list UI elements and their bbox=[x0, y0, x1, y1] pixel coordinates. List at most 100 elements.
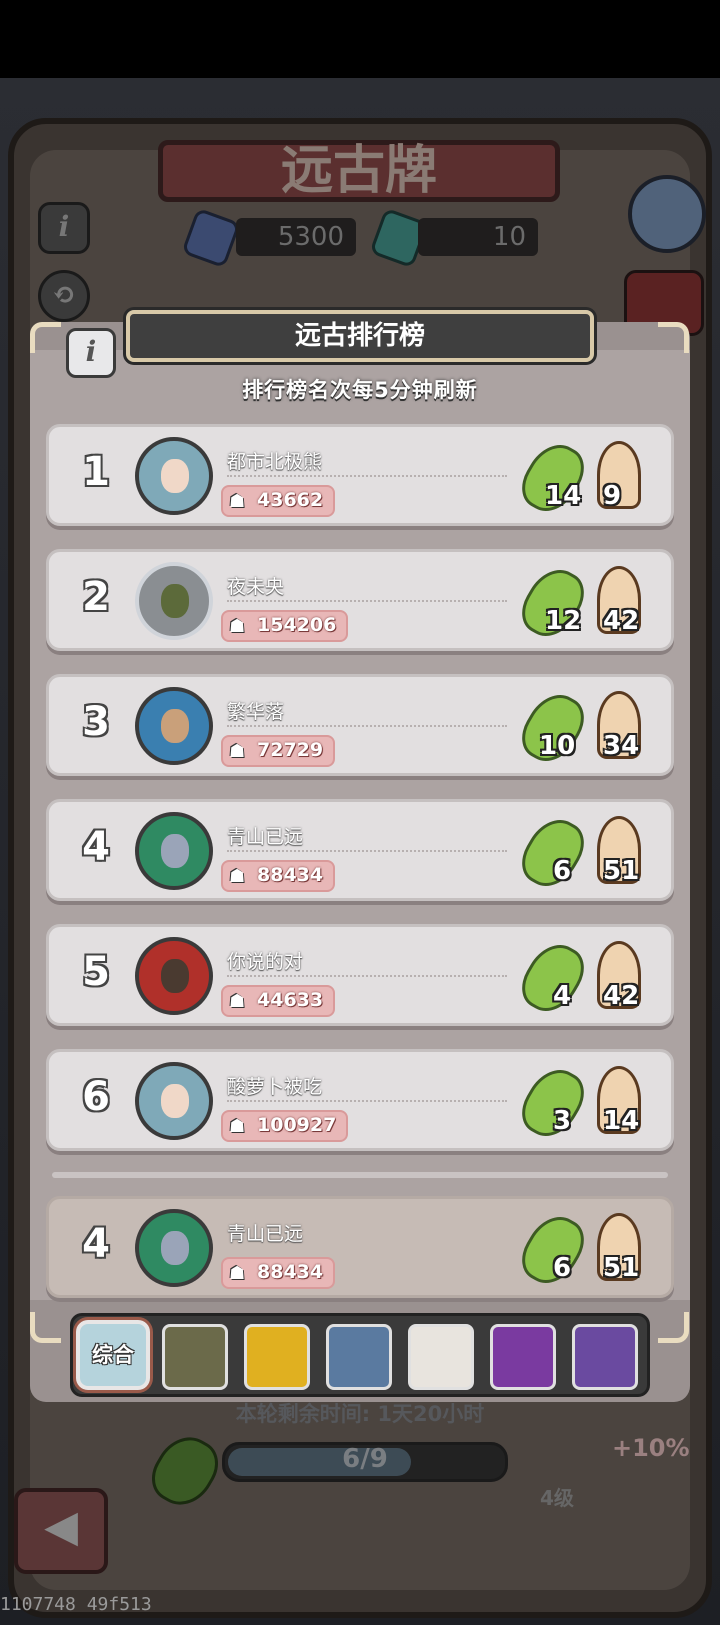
power-icon: ☗ bbox=[229, 866, 246, 887]
power-badge: ☗ 100927 bbox=[221, 1110, 349, 1142]
player-name: 青山已远 bbox=[227, 826, 304, 848]
divider bbox=[227, 475, 507, 477]
power-value: 154206 bbox=[257, 614, 337, 636]
knight-count: 34 bbox=[603, 731, 640, 761]
corner-bottom-right bbox=[658, 1312, 689, 1343]
rank-number: 5 bbox=[82, 949, 110, 995]
resource-green: 10 bbox=[418, 218, 538, 256]
player-name: 你说的对 bbox=[227, 951, 304, 973]
power-badge: ☗ 43662 bbox=[221, 485, 336, 517]
ranking-row-6[interactable]: 6 酸萝卜被吃 ☗ 100927 3 14 bbox=[46, 1049, 674, 1151]
history-button[interactable]: ⟲ bbox=[38, 270, 90, 322]
power-value: 72729 bbox=[257, 739, 324, 761]
avatar[interactable] bbox=[135, 812, 213, 890]
bean-count: 6 bbox=[553, 1253, 572, 1283]
knight-count: 42 bbox=[603, 981, 640, 1011]
page-title-plate: 远古牌 bbox=[158, 140, 560, 202]
divider bbox=[227, 850, 507, 852]
power-icon: ☗ bbox=[229, 616, 246, 637]
knight-count: 14 bbox=[603, 1106, 640, 1136]
podium-icon[interactable] bbox=[628, 175, 706, 253]
divider bbox=[227, 975, 507, 977]
player-name: 酸萝卜被吃 bbox=[227, 1076, 323, 1098]
chest-level: 4级 bbox=[540, 1486, 574, 1510]
list-separator bbox=[52, 1172, 668, 1178]
bean-count: 12 bbox=[545, 606, 582, 636]
back-arrow-icon[interactable]: ◀ bbox=[14, 1488, 108, 1574]
player-name: 青山已远 bbox=[227, 1223, 304, 1245]
bean-count: 14 bbox=[545, 481, 582, 511]
page-title: 远古牌 bbox=[280, 142, 437, 200]
ranking-row-4[interactable]: 4 青山已远 ☗ 88434 6 51 bbox=[46, 799, 674, 901]
tab-hero-6[interactable] bbox=[572, 1324, 638, 1390]
power-badge: ☗ 88434 bbox=[221, 860, 336, 892]
ranking-row-5[interactable]: 5 你说的对 ☗ 44633 4 42 bbox=[46, 924, 674, 1026]
avatar[interactable] bbox=[135, 937, 213, 1015]
avatar-face bbox=[161, 959, 189, 993]
bean-count: 6 bbox=[553, 856, 572, 886]
knight-count: 51 bbox=[603, 856, 640, 886]
rank-number: 1 bbox=[82, 449, 110, 495]
power-icon: ☗ bbox=[229, 491, 246, 512]
avatar[interactable] bbox=[135, 687, 213, 765]
power-value: 88434 bbox=[257, 864, 324, 886]
avatar-face bbox=[161, 1231, 189, 1265]
ranking-row-3[interactable]: 3 繁华落 ☗ 72729 10 34 bbox=[46, 674, 674, 776]
tab-hero-4[interactable] bbox=[408, 1324, 474, 1390]
player-name: 都市北极熊 bbox=[227, 451, 323, 473]
corner-bottom-left bbox=[30, 1312, 61, 1343]
power-badge: ☗ 154206 bbox=[221, 610, 349, 642]
progress-text: 6/9 bbox=[342, 1444, 388, 1474]
corner-top-right bbox=[658, 322, 689, 353]
rank-number: 3 bbox=[82, 699, 110, 745]
player-name: 繁华落 bbox=[227, 701, 285, 723]
avatar[interactable] bbox=[135, 1209, 213, 1287]
help-button[interactable]: i bbox=[38, 202, 90, 254]
rank-number: 4 bbox=[82, 1221, 110, 1267]
divider bbox=[227, 1100, 507, 1102]
tab-hero-5[interactable] bbox=[490, 1324, 556, 1390]
avatar-face bbox=[161, 834, 189, 868]
power-badge: ☗ 88434 bbox=[221, 1257, 336, 1289]
knight-count: 9 bbox=[603, 481, 622, 511]
avatar-face bbox=[161, 709, 189, 743]
rank-number: 4 bbox=[82, 824, 110, 870]
divider bbox=[227, 725, 507, 727]
knight-count: 51 bbox=[603, 1253, 640, 1283]
rank-number: 2 bbox=[82, 574, 110, 620]
tab-all[interactable]: 综合 bbox=[76, 1320, 150, 1390]
power-icon: ☗ bbox=[229, 741, 246, 762]
ranking-row-1[interactable]: 1 都市北极熊 ☗ 43662 14 9 bbox=[46, 424, 674, 526]
bean-count: 3 bbox=[553, 1106, 572, 1136]
bean-count: 10 bbox=[539, 731, 576, 761]
knight-count: 42 bbox=[603, 606, 640, 636]
avatar[interactable] bbox=[135, 437, 213, 515]
info-icon[interactable]: i bbox=[66, 328, 116, 378]
divider bbox=[227, 600, 507, 602]
ranking-row-2[interactable]: 2 夜未央 ☗ 154206 12 42 bbox=[46, 549, 674, 651]
avatar[interactable] bbox=[135, 562, 213, 640]
round-timer: 本轮剩余时间: 1天20小时 bbox=[235, 1402, 485, 1426]
power-badge: ☗ 72729 bbox=[221, 735, 336, 767]
power-value: 88434 bbox=[257, 1261, 324, 1283]
power-value: 43662 bbox=[257, 489, 324, 511]
avatar-face bbox=[161, 1084, 189, 1118]
resource-blue: 5300 bbox=[236, 218, 356, 256]
bean-count: 4 bbox=[553, 981, 572, 1011]
power-icon: ☗ bbox=[229, 991, 246, 1012]
power-value: 100927 bbox=[257, 1114, 337, 1136]
my-ranking-row[interactable]: 4 青山已远 ☗ 88434 6 51 bbox=[46, 1196, 674, 1298]
avatar[interactable] bbox=[135, 1062, 213, 1140]
corner-top-left bbox=[30, 322, 61, 353]
power-badge: ☗ 44633 bbox=[221, 985, 336, 1017]
dialog-title: 远古排行榜 bbox=[126, 310, 594, 362]
player-name: 夜未央 bbox=[227, 576, 285, 598]
debug-id: 1107748 49f513 bbox=[0, 1594, 152, 1615]
refresh-notice: 排行榜名次每5分钟刷新 bbox=[242, 378, 478, 402]
rank-number: 6 bbox=[82, 1074, 110, 1120]
avatar-face bbox=[161, 584, 189, 618]
tab-hero-3[interactable] bbox=[326, 1324, 392, 1390]
avatar-face bbox=[161, 459, 189, 493]
tab-hero-2[interactable] bbox=[244, 1324, 310, 1390]
tab-hero-1[interactable] bbox=[162, 1324, 228, 1390]
